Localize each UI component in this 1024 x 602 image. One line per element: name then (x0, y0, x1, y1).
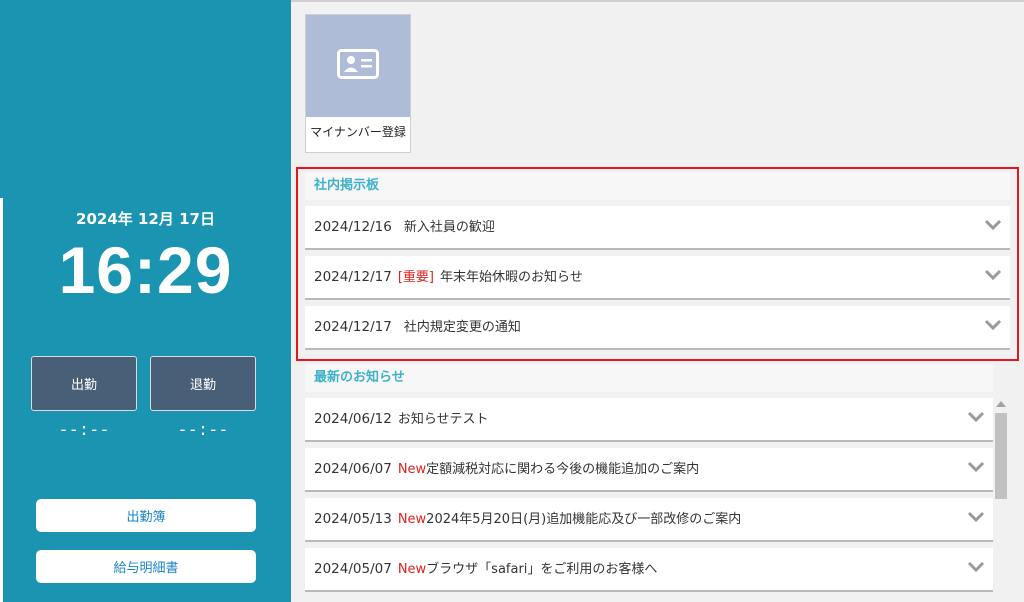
new-badge: New (397, 512, 427, 527)
bulletin-title: 社内掲示板 (305, 172, 1010, 200)
new-badge: New (397, 562, 427, 577)
item-title: 社内規定変更の通知 (403, 320, 521, 335)
new-badge: New (397, 462, 427, 477)
news-item[interactable]: 2024/06/12 お知らせテスト (305, 398, 993, 442)
clock-out-button[interactable]: 退勤 (150, 356, 256, 411)
bulletin-item[interactable]: 2024/12/17 社内規定変更の通知 (305, 306, 1010, 350)
chevron-down-icon[interactable] (967, 410, 985, 424)
chevron-down-icon[interactable] (967, 510, 985, 524)
current-time: 16:29 (58, 233, 233, 307)
news-item[interactable]: 2024/06/07 New定額減税対応に関わる今後の機能追加のご案内 (305, 448, 993, 492)
item-date: 2024/12/17 (314, 319, 392, 335)
bulletin-board: 社内掲示板 2024/12/16 新入社員の歓迎 2024/12/17 [重要] 年末… (305, 172, 1010, 356)
chevron-down-icon[interactable] (984, 318, 1002, 332)
bulletin-item[interactable]: 2024/12/16 新入社員の歓迎 (305, 206, 1010, 250)
mynumber-tile-label: マイナンバー登録 (310, 125, 406, 139)
latest-news: 最新のお知らせ 2024/06/12 お知らせテスト 2024/06/07 New定… (305, 364, 993, 598)
payslip-button[interactable]: 給与明細書 (36, 550, 256, 583)
item-title: お知らせテスト (397, 412, 489, 427)
item-date: 2024/12/17 (314, 269, 392, 285)
item-date: 2024/05/13 (314, 511, 392, 527)
clock-in-time: --:-- (58, 420, 110, 440)
item-title: 年末年始休暇のお知らせ (439, 270, 583, 285)
item-date: 2024/06/07 (314, 461, 392, 477)
id-card-icon (337, 49, 379, 83)
chevron-down-icon[interactable] (967, 460, 985, 474)
tile-image (306, 15, 410, 117)
item-title: 定額減税対応に関わる今後の機能追加のご案内 (426, 462, 700, 477)
scroll-up-icon[interactable] (996, 401, 1006, 407)
chevron-down-icon[interactable] (967, 560, 985, 574)
news-item[interactable]: 2024/05/07 Newブラウザ「safari」をご利用のお客様へ (305, 548, 993, 592)
item-title: 2024年5月20日(月)追加機能応及び一部改修のご案内 (426, 512, 742, 527)
news-title: 最新のお知らせ (305, 364, 993, 392)
chevron-down-icon[interactable] (984, 268, 1002, 282)
attendance-book-button[interactable]: 出勤簿 (36, 499, 256, 532)
item-title: ブラウザ「safari」をご利用のお客様へ (426, 562, 658, 577)
news-item[interactable]: 2024/05/13 New2024年5月20日(月)追加機能応及び一部改修のご案… (305, 498, 993, 542)
current-date: 2024年 12月 17日 (76, 210, 215, 228)
top-divider (291, 0, 1024, 2)
important-badge: [重要] (397, 270, 434, 285)
clock-out-time: --:-- (177, 420, 229, 440)
item-date: 2024/12/16 (314, 219, 392, 235)
chevron-down-icon[interactable] (984, 218, 1002, 232)
item-title: 新入社員の歓迎 (403, 220, 495, 235)
left-panel: 2024年 12月 17日 16:29 出勤 退勤 --:-- --:-- 出勤… (0, 0, 291, 602)
mynumber-tile[interactable]: マイナンバー登録 (305, 14, 411, 153)
clock-in-button[interactable]: 出勤 (31, 356, 137, 411)
bulletin-item[interactable]: 2024/12/17 [重要] 年末年始休暇のお知らせ (305, 256, 1010, 300)
news-scrollbar-thumb[interactable] (995, 413, 1007, 499)
item-date: 2024/06/12 (314, 411, 392, 427)
item-date: 2024/05/07 (314, 561, 392, 577)
